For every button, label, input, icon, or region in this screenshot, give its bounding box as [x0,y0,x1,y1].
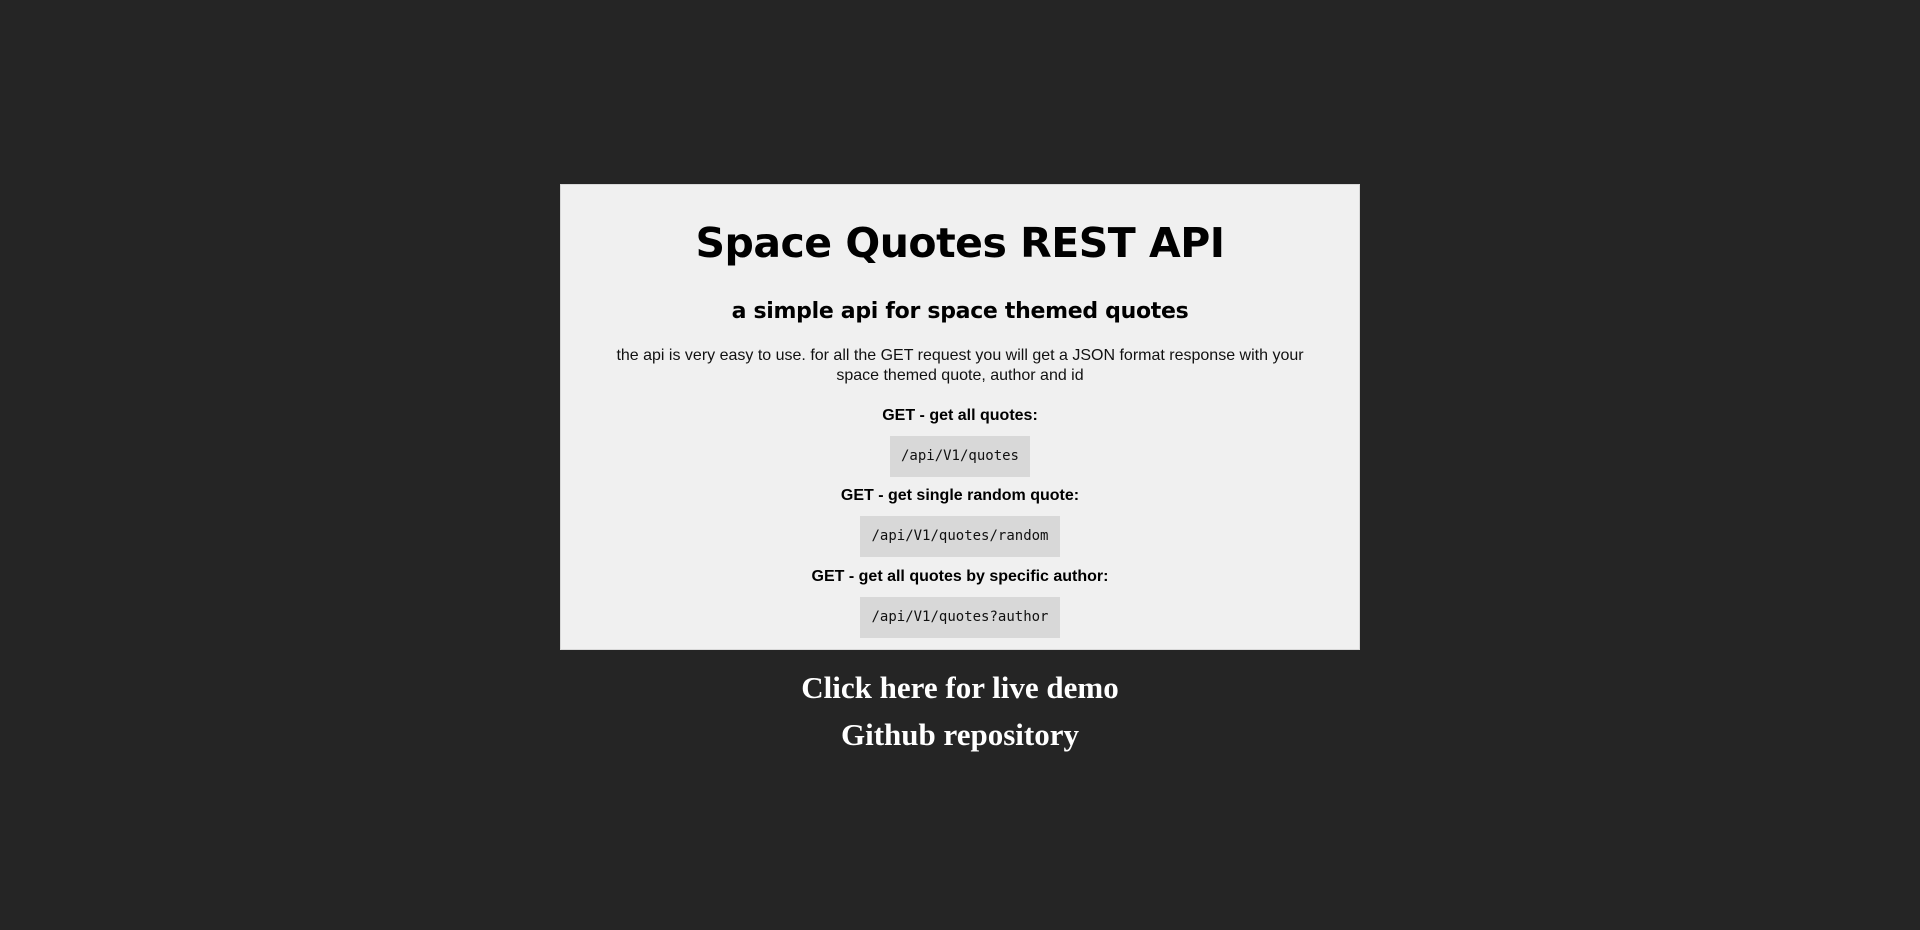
endpoint-code-wrap: /api/V1/quotes/random [561,516,1359,557]
page-subtitle: a simple api for space themed quotes [731,299,1189,324]
endpoint-code-wrap: /api/V1/quotes [561,436,1359,477]
endpoint-label-all-quotes: GET - get all quotes: [882,407,1038,424]
footer-links: Click here for live demo Github reposito… [0,664,1920,758]
github-repository-link[interactable]: Github repository [841,711,1079,758]
endpoint-label-random-quote: GET - get single random quote: [840,487,1080,504]
endpoint-path-random-quote: /api/V1/quotes/random [860,516,1060,557]
api-info-card: Space Quotes REST API a simple api for s… [560,184,1360,650]
api-description: the api is very easy to use. for all the… [616,347,1304,384]
endpoint-path-by-author: /api/V1/quotes?author [860,597,1060,638]
endpoint-code-wrap: /api/V1/quotes?author [561,597,1359,638]
endpoint-label-by-author: GET - get all quotes by specific author: [811,568,1109,585]
live-demo-link[interactable]: Click here for live demo [801,664,1118,711]
endpoint-path-all-quotes: /api/V1/quotes [889,436,1030,477]
page-title: Space Quotes REST API [695,219,1225,267]
